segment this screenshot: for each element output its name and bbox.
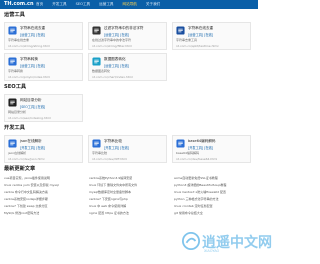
tool-card[interactable]: json在线解析 [开发工具] [在线] json在线解析 nt.com.cn/dev… xyxy=(4,135,83,163)
tool-card-title[interactable]: 网站目录分析 xyxy=(20,98,42,103)
article-link[interactable]: mysql数据库定时全量备份脚本 xyxy=(89,190,169,195)
chart-icon xyxy=(92,57,101,66)
watermark-subtext: XIAOYAO xyxy=(204,249,220,253)
tool-card-badge: [开发工具] [在线] xyxy=(188,146,214,150)
article-link[interactable]: linux centos yum 安装以及卸载 mysql xyxy=(4,183,84,188)
nav-ops-tools[interactable]: 运营工具 xyxy=(99,2,113,7)
tool-card-url[interactable]: nt.com.cn/split/textline.html xyxy=(176,44,218,48)
main-content: 运营工具 字符串在线去重 [运营工具] [在线] 字符串在线去重 nt.com.cn/s… xyxy=(4,12,254,216)
filter-text-icon xyxy=(92,26,101,35)
tool-card-url[interactable]: nt.com.cn/string/filter.html xyxy=(92,44,132,48)
tool-card-badge: [SEO工具] [在线] xyxy=(20,105,46,109)
tool-card[interactable]: base64编码解码 [开发工具] [在线] base64编码解码 nt.com.cn… xyxy=(172,135,251,163)
section-title: 开发工具 xyxy=(4,125,25,131)
article-link[interactable]: centos系统安装nodejs详细步骤 xyxy=(4,197,84,202)
tool-card-title[interactable]: 字符串比较 xyxy=(104,139,122,144)
article-link[interactable]: centos7 下安装nginx与php xyxy=(89,197,169,202)
tool-card-row: 字符串在线去重 [运营工具] [在线] 字符串在线去重 nt.com.cn/strin… xyxy=(4,22,254,50)
article-link[interactable]: linux Centos7.x防火墙firewalld 配置 xyxy=(174,190,254,195)
tool-card[interactable]: 过滤字符串中的非法字符 [运营工具] [在线] 在线过滤字符串中的非法字符 nt.co… xyxy=(88,22,167,50)
tool-card-url[interactable]: nt.com.cn/pinyin/index.html xyxy=(8,75,50,79)
tool-card-badge: [运营工具] [在线] xyxy=(104,64,130,68)
site-analysis-icon xyxy=(8,98,17,107)
tool-card-badge: [开发工具] [在线] xyxy=(20,146,46,150)
tool-card-title[interactable]: 字符串在线去重 xyxy=(20,26,45,31)
article-link[interactable]: nginx 配置 https 证书的方法 xyxy=(89,211,169,216)
watermark-logo-icon xyxy=(182,232,200,250)
article-link[interactable]: git 常用命令总结大全 xyxy=(174,211,254,216)
tool-card[interactable]: 字符串转换 [运营工具] [在线] 字符串转换 nt.com.cn/pinyin/in… xyxy=(4,53,83,81)
tool-card-badge: [运营工具] [在线] xyxy=(20,33,46,37)
article-link[interactable]: MySQL 修改root密码方法 xyxy=(4,211,84,216)
tool-card-description: 字符串转换 xyxy=(8,69,24,73)
tool-card-row: 网站目录分析 [SEO工具] [在线] 网站目录分析 nt.com.cn/seo/in… xyxy=(4,94,254,122)
tool-card-title[interactable]: json在线解析 xyxy=(20,139,42,144)
article-link[interactable]: python3 超详细的BeautifulSoup教程 xyxy=(174,183,254,188)
tool-card-badge: [运营工具] [在线] xyxy=(20,64,46,68)
tool-card-row: 字符串转换 [运营工具] [在线] 字符串转换 nt.com.cn/pinyin/in… xyxy=(4,53,254,81)
section-title: 运营工具 xyxy=(4,12,25,18)
nav-about[interactable]: 关于我们 xyxy=(146,2,160,7)
tool-card-title[interactable]: 字符串在线去重 xyxy=(188,26,213,31)
tool-card[interactable]: 网站目录分析 [SEO工具] [在线] 网站目录分析 nt.com.cn/seo/in… xyxy=(4,94,83,122)
tool-card-description: base64编码解码 xyxy=(176,151,199,155)
tool-card-title[interactable]: base64编码解码 xyxy=(188,139,216,144)
tool-card-url[interactable]: nt.com.cn/string/string.html xyxy=(8,44,50,48)
tool-card-url[interactable]: nt.com.cn/dev/diff.html xyxy=(92,157,127,161)
convert-icon xyxy=(8,57,17,66)
tool-card-title[interactable]: 数据图表转化 xyxy=(104,57,126,62)
tool-card[interactable]: 字符串比较 [开发工具] [在线] 字符串比较 nt.com.cn/dev/diff.… xyxy=(88,135,167,163)
tool-card-description: 字符串去重工具 xyxy=(176,38,198,42)
article-link[interactable]: linux 中 awk 命令使用详解 xyxy=(89,204,169,209)
top-navigation-bar: TH.com.cn 首页 开发工具 SEO工具 运营工具 网站导航 关于我们 xyxy=(0,0,258,9)
tool-card-description: 在线过滤字符串中的非法字符 xyxy=(92,38,132,42)
article-link[interactable]: centos系统Python3.9编译安装 xyxy=(89,176,169,181)
tool-card-url[interactable]: nt.com.cn/dev/json.html xyxy=(8,157,44,161)
article-link[interactable]: centos7 下创建 swap 交换分区 xyxy=(4,204,84,209)
tool-card-description: 字符串在线去重 xyxy=(8,38,30,42)
tool-card-badge: [运营工具] [在线] xyxy=(104,33,130,37)
tool-card[interactable]: 字符串在线去重 [运营工具] [在线] 字符串去重工具 nt.com.cn/split… xyxy=(172,22,251,50)
tool-card[interactable]: 数据图表转化 [运营工具] [在线] 数据图表转化 nt.com.cn/chart/i… xyxy=(88,53,167,81)
article-link[interactable]: vue项目实现，pinia插件使用说明 xyxy=(4,176,84,181)
split-line-icon xyxy=(176,26,185,35)
nav-dev-tools[interactable]: 开发工具 xyxy=(52,2,66,7)
article-link[interactable]: acme自动更新免费SSL证书教程 xyxy=(174,176,254,181)
article-link[interactable]: linux crontab 定时任务配置 xyxy=(174,204,254,209)
tool-card-url[interactable]: nt.com.cn/seo/indexing.html xyxy=(8,116,51,120)
tool-card[interactable]: 字符串在线去重 [运营工具] [在线] 字符串在线去重 nt.com.cn/strin… xyxy=(4,22,83,50)
article-link[interactable]: python 三种格式化字符串的方法 xyxy=(174,197,254,202)
base64-icon xyxy=(176,139,185,148)
tool-card-badge: [开发工具] [在线] xyxy=(104,146,130,150)
tool-card-title[interactable]: 字符串转换 xyxy=(20,57,38,62)
tool-card-description: 数据图表转化 xyxy=(92,69,111,73)
latest-articles-title: 最新更新文章 xyxy=(4,166,36,172)
compare-icon xyxy=(92,139,101,148)
article-link[interactable]: centos 命令行中文乱码解决方案 xyxy=(4,190,84,195)
tool-card-row: json在线解析 [开发工具] [在线] json在线解析 nt.com.cn/dev… xyxy=(4,135,254,163)
string-dedupe-icon xyxy=(8,26,17,35)
nav-seo-tools[interactable]: SEO工具 xyxy=(76,2,91,7)
tool-card-description: 网站目录分析 xyxy=(8,110,27,114)
main-nav: 首页 开发工具 SEO工具 运营工具 网站导航 关于我们 xyxy=(36,2,160,7)
json-icon xyxy=(8,139,17,148)
tool-card-description: 字符串比较 xyxy=(92,151,108,155)
section-title: SEO工具 xyxy=(4,84,27,90)
site-logo[interactable]: TH.com.cn xyxy=(4,1,34,7)
tool-card-badge: [运营工具] [在线] xyxy=(188,33,214,37)
tool-card-url[interactable]: nt.com.cn/chart/index.html xyxy=(92,75,133,79)
nav-site-directory[interactable]: 网站导航 xyxy=(123,2,137,7)
watermark: 逍遥中文网 XIAOYAO xyxy=(182,228,272,258)
article-link[interactable]: linux 环境下 删除文件夹中所有文件 xyxy=(89,183,169,188)
tool-card-title[interactable]: 过滤字符串中的非法字符 xyxy=(104,26,144,31)
nav-home[interactable]: 首页 xyxy=(36,2,43,7)
article-list: vue项目实现，pinia插件使用说明 centos系统Python3.9编译安装… xyxy=(4,176,254,216)
tool-card-description: json在线解析 xyxy=(8,151,27,155)
tool-card-url[interactable]: nt.com.cn/dev/base64.html xyxy=(176,157,217,161)
